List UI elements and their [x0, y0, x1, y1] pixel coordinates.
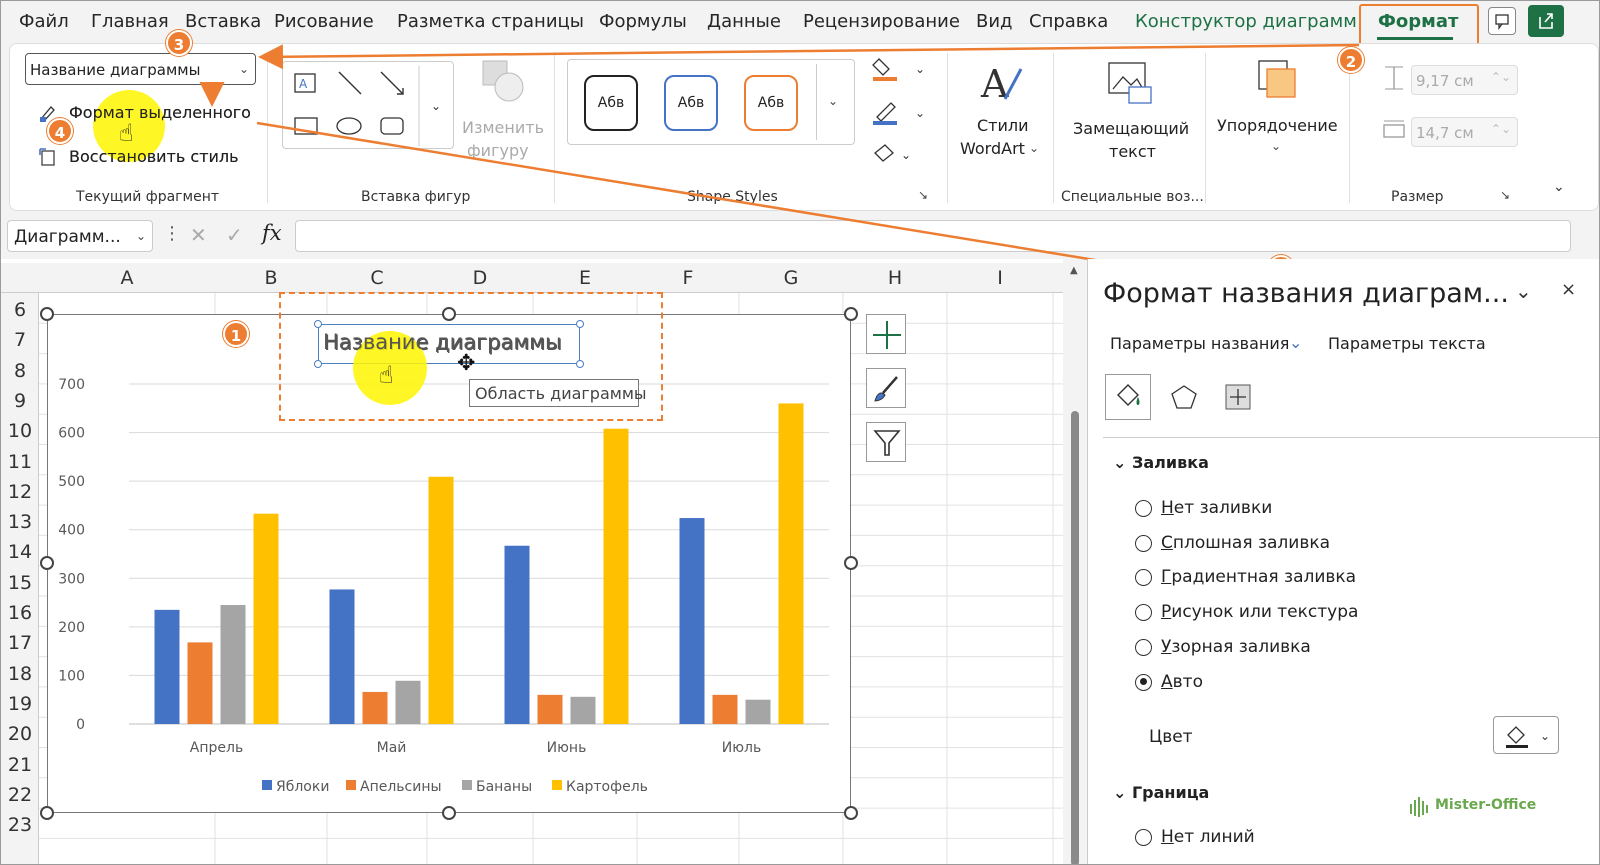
size-properties-icon	[1225, 384, 1251, 410]
fill-option-label: Узорная заливка	[1161, 636, 1311, 657]
pane-title: Формат названия диаграм...	[1103, 278, 1509, 309]
logo-bars-icon	[1409, 796, 1433, 818]
callout-2: 2	[1338, 47, 1364, 73]
pane-close-icon[interactable]: ×	[1561, 279, 1576, 300]
fill-section-label: Заливка	[1131, 453, 1209, 472]
border-section-label: Граница	[1131, 783, 1210, 802]
color-picker-button[interactable]: ⌄	[1493, 716, 1559, 754]
excel-window: Файл Главная Вставка Рисование Разметка …	[0, 0, 1600, 865]
color-label: Цвет	[1149, 727, 1193, 747]
callout-1: 1	[223, 321, 249, 347]
callout-3: 3	[166, 30, 192, 56]
watermark: Mister-Office	[1435, 797, 1537, 813]
fill-section-header[interactable]: ⌄ Заливка	[1113, 453, 1209, 472]
pane-options-chevron-icon[interactable]: ⌄	[1515, 279, 1532, 303]
radio-no-line[interactable]	[1135, 829, 1152, 846]
pentagon-icon	[1171, 385, 1197, 409]
chevron-down-icon[interactable]: ⌄	[1289, 333, 1302, 352]
fill-option-label: Нет заливки	[1161, 498, 1273, 518]
radio-fill-option[interactable]	[1135, 673, 1152, 691]
radio-fill-option[interactable]	[1135, 638, 1152, 656]
pane-divider	[1103, 437, 1599, 438]
tab-text-options[interactable]: Параметры текста	[1328, 334, 1486, 353]
effects-tab[interactable]	[1169, 382, 1199, 412]
size-properties-tab[interactable]	[1222, 381, 1254, 413]
fill-option-label: Сплошная заливка	[1161, 532, 1331, 553]
callout-4: 4	[47, 118, 73, 144]
fill-option-label: Рисунок или текстура	[1161, 602, 1359, 623]
paint-bucket-icon: ⌄	[1506, 726, 1550, 748]
svg-text:⌄: ⌄	[1540, 729, 1550, 743]
fill-option-label: Авто	[1161, 671, 1203, 692]
radio-fill-option[interactable]	[1135, 604, 1152, 622]
paint-bucket-icon	[1117, 384, 1140, 406]
fill-line-tab[interactable]	[1105, 374, 1151, 420]
tab-title-options[interactable]: Параметры названия	[1110, 334, 1289, 353]
radio-fill-option[interactable]	[1135, 500, 1152, 517]
no-line-label: Нет линий	[1161, 827, 1255, 847]
border-section-header[interactable]: ⌄ Граница	[1113, 783, 1209, 802]
fill-option-label: Градиентная заливка	[1161, 567, 1357, 588]
radio-fill-option[interactable]	[1135, 534, 1152, 552]
